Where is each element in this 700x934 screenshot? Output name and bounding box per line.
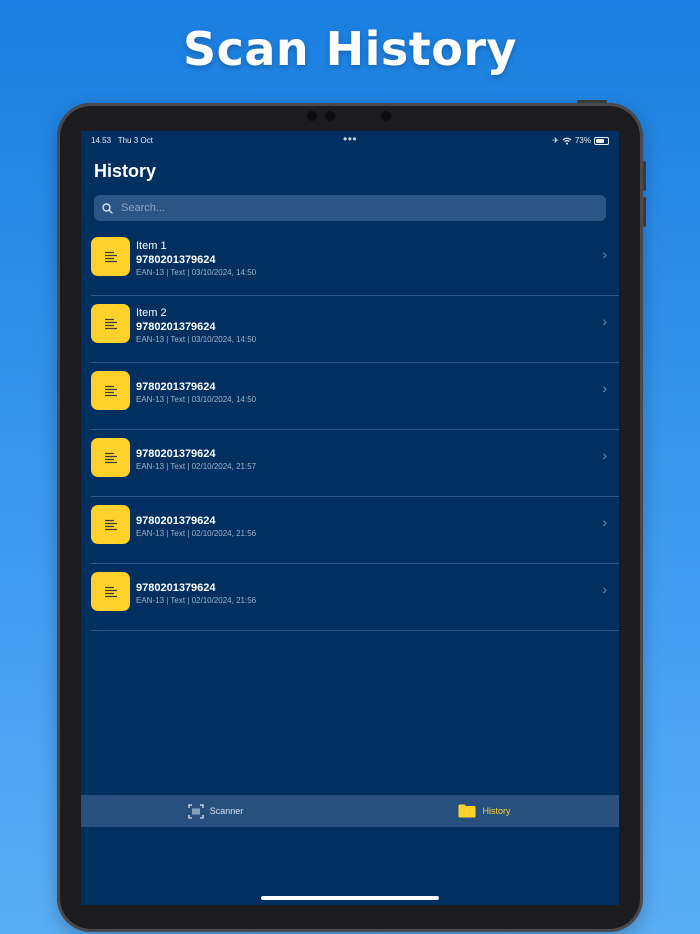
chevron-right-icon: ›: [602, 380, 607, 396]
folder-icon: [458, 804, 476, 818]
chevron-right-icon: ›: [602, 581, 607, 597]
item-code: 9780201379624: [136, 582, 216, 594]
volume-down-button: [643, 197, 646, 227]
wifi-icon: [562, 137, 572, 145]
list-item[interactable]: 9780201379624 EAN-13 | Text | 03/10/2024…: [91, 363, 619, 430]
item-meta: EAN-13 | Text | 03/10/2024, 14:50: [136, 335, 257, 344]
sensor-dot: [381, 111, 391, 121]
battery-icon: [594, 136, 609, 145]
item-code: 9780201379624: [136, 321, 216, 333]
tablet-frame: 14.53 Thu 3 Oct ••• ✈ 73% History Search…: [57, 100, 646, 932]
chevron-right-icon: ›: [602, 246, 607, 262]
text-document-icon: [91, 505, 130, 544]
item-meta: EAN-13 | Text | 02/10/2024, 21:56: [136, 596, 257, 605]
tab-scanner-label: Scanner: [209, 806, 244, 816]
multitasking-dots-icon[interactable]: •••: [343, 132, 357, 146]
list-item[interactable]: 9780201379624 EAN-13 | Text | 02/10/2024…: [91, 430, 619, 497]
item-code: 9780201379624: [136, 515, 216, 527]
text-document-icon: [91, 438, 130, 477]
tab-history-label: History: [482, 806, 511, 816]
text-document-icon: [91, 572, 130, 611]
item-code: 9780201379624: [136, 381, 216, 393]
status-time: 14.53: [91, 136, 112, 145]
front-camera: [325, 111, 335, 121]
status-date: Thu 3 Oct: [117, 136, 153, 145]
item-meta: EAN-13 | Text | 03/10/2024, 14:50: [136, 268, 257, 277]
item-meta: EAN-13 | Text | 03/10/2024, 14:50: [136, 395, 257, 404]
battery-percent: 73%: [574, 136, 591, 145]
airplane-icon: ✈: [552, 136, 559, 145]
history-list: Item 1 9780201379624 EAN-13 | Text | 03/…: [81, 229, 619, 631]
promo-headline: Scan History: [182, 22, 518, 76]
status-right: ✈ 73%: [552, 136, 609, 145]
list-item[interactable]: 9780201379624 EAN-13 | Text | 02/10/2024…: [91, 564, 619, 631]
chevron-right-icon: ›: [602, 313, 607, 329]
item-name: Item 1: [136, 240, 167, 252]
item-meta: EAN-13 | Text | 02/10/2024, 21:56: [136, 529, 257, 538]
text-document-icon: [91, 304, 130, 343]
status-bar: 14.53 Thu 3 Oct ••• ✈ 73%: [81, 132, 619, 149]
text-document-icon: [91, 371, 130, 410]
volume-up-button: [643, 161, 646, 191]
list-item[interactable]: Item 1 9780201379624 EAN-13 | Text | 03/…: [91, 229, 619, 296]
text-document-icon: [91, 237, 130, 276]
item-code: 9780201379624: [136, 448, 216, 460]
item-name: Item 2: [136, 307, 167, 319]
search-bar[interactable]: [94, 195, 606, 221]
chevron-right-icon: ›: [602, 447, 607, 463]
app-screen: 14.53 Thu 3 Oct ••• ✈ 73% History Search…: [81, 131, 619, 905]
home-indicator[interactable]: [261, 896, 439, 900]
list-item[interactable]: 9780201379624 EAN-13 | Text | 02/10/2024…: [91, 497, 619, 564]
barcode-scan-icon: [188, 803, 204, 819]
tab-history[interactable]: History: [350, 795, 619, 827]
sensor-dot: [307, 111, 317, 121]
top-button: [577, 100, 607, 103]
list-item[interactable]: Item 2 9780201379624 EAN-13 | Text | 03/…: [91, 296, 619, 363]
item-meta: EAN-13 | Text | 02/10/2024, 21:57: [136, 462, 257, 471]
item-code: 9780201379624: [136, 254, 216, 266]
page-title: History: [94, 161, 157, 181]
search-icon: [102, 202, 113, 214]
chevron-right-icon: ›: [602, 514, 607, 530]
status-time-date: 14.53 Thu 3 Oct: [91, 136, 153, 145]
search-input[interactable]: [119, 201, 583, 215]
tab-bar: Scanner History: [81, 795, 619, 827]
tab-scanner[interactable]: Scanner: [81, 795, 350, 827]
